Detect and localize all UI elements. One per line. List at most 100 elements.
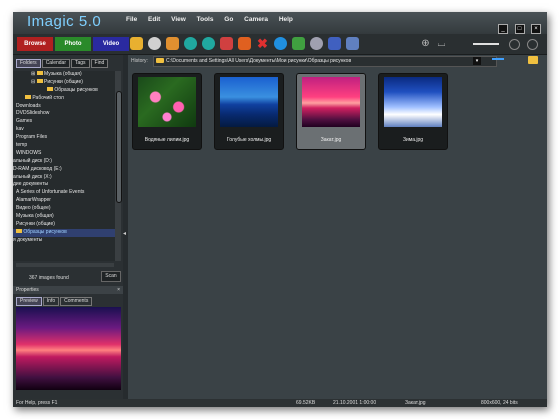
print-icon[interactable] xyxy=(148,37,161,50)
tab-folders[interactable]: Folders xyxy=(16,59,41,68)
properties-header: Properties × xyxy=(13,286,126,294)
tree-item[interactable]: Музыка (общая) xyxy=(13,213,117,221)
tree-item[interactable]: AlamarWrapper xyxy=(13,197,117,205)
thumbnail-image xyxy=(220,77,278,127)
tree-item[interactable]: дие документы xyxy=(13,181,117,189)
tree-item[interactable]: альный диск (X:) xyxy=(13,174,117,182)
image-count: 367 images found xyxy=(29,275,69,281)
tree-item[interactable]: A Series of Unfortunate Events xyxy=(13,189,117,197)
video-mode-button[interactable]: Video xyxy=(93,37,129,51)
menu-camera[interactable]: Camera xyxy=(244,16,268,23)
thumbnail-caption: Зима.jpg xyxy=(402,137,424,143)
status-date: 21.10.2001 1:00:00 xyxy=(333,400,377,406)
open-folder-icon[interactable] xyxy=(130,37,143,50)
web-gallery-icon[interactable] xyxy=(328,37,341,50)
tree-item[interactable]: kav xyxy=(13,126,117,134)
thumbnail-image xyxy=(302,77,360,127)
cd-burn-icon[interactable] xyxy=(310,37,323,50)
cart-icon[interactable]: ⌴ xyxy=(435,37,448,50)
tree-item[interactable]: temp xyxy=(13,142,117,150)
menu-help[interactable]: Help xyxy=(279,16,293,23)
sidebar: Folders Calendar Tags Find ⊞ Музыка (общая)… xyxy=(13,55,126,399)
edit-image-icon[interactable] xyxy=(220,37,233,50)
thumbnail-item[interactable]: Водяные лилии.jpg xyxy=(132,73,202,150)
tab-info[interactable]: Info xyxy=(42,297,60,306)
menu-bar: File Edit View Tools Go Camera Help xyxy=(126,16,302,23)
slideshow-icon[interactable] xyxy=(292,37,305,50)
menu-tools[interactable]: Tools xyxy=(197,16,214,23)
browse-mode-button[interactable]: Browse xyxy=(17,37,53,51)
thumbnail-item[interactable]: Голубые холмы.jpg xyxy=(214,73,284,150)
tree-item[interactable]: Видео (общее) xyxy=(13,205,117,213)
title-bar: Imagic 5.0 File Edit View Tools Go Camer… xyxy=(13,12,547,34)
add-to-cart-icon[interactable]: ⊕ xyxy=(419,37,432,50)
tree-item[interactable]: Program Files xyxy=(13,134,117,142)
thumbnail-caption: Водяные лилии.jpg xyxy=(144,137,190,143)
thumbnail-image xyxy=(384,77,442,127)
path-field[interactable]: C:\Documents and Settings\All Users\Доку… xyxy=(153,56,497,67)
tree-item[interactable]: Образцы рисунков xyxy=(13,86,117,95)
thumbnail-item[interactable]: Зима.jpg xyxy=(378,73,448,150)
folder-icon xyxy=(156,58,164,63)
tab-tags[interactable]: Tags xyxy=(70,59,90,68)
tree-item[interactable]: Рисунки (общие) xyxy=(13,221,117,229)
tree-item[interactable]: альный диск (D:) xyxy=(13,158,117,166)
tab-find[interactable]: Find xyxy=(90,59,109,68)
effects-icon[interactable] xyxy=(238,37,251,50)
tree-item[interactable]: D-RAM дисковод (E:) xyxy=(13,166,117,174)
tab-comments[interactable]: Comments xyxy=(60,297,93,306)
status-dimensions: 800x600, 24 bits xyxy=(481,400,518,406)
photo-mode-button[interactable]: Photo xyxy=(55,37,91,51)
menu-view[interactable]: View xyxy=(171,16,186,23)
tab-calendar[interactable]: Calendar xyxy=(41,59,70,68)
minimize-button[interactable]: _ xyxy=(498,24,509,34)
tree-item-selected[interactable]: Образцы рисунков xyxy=(13,228,117,237)
menu-edit[interactable]: Edit xyxy=(148,16,160,23)
status-file-name: Закат.jpg xyxy=(405,400,426,406)
tree-item[interactable]: Рабочий стол xyxy=(13,94,117,103)
zoom-out-icon[interactable] xyxy=(509,39,520,50)
toolbar: Browse Photo Video ✖ ⊕ ⌴ xyxy=(13,34,547,55)
status-bar: For Help, press F1 69.52KB 21.10.2001 1:… xyxy=(13,399,547,407)
tree-item[interactable]: WINDOWS xyxy=(13,150,117,158)
app-logo: Imagic 5.0 xyxy=(27,13,102,30)
maximize-button[interactable]: □ xyxy=(514,24,525,34)
tree-scrollbar[interactable] xyxy=(115,71,122,261)
delete-icon[interactable]: ✖ xyxy=(256,37,269,50)
thumbnail-item-selected[interactable]: Закат.jpg xyxy=(296,73,366,150)
close-properties-icon[interactable]: × xyxy=(117,286,120,294)
export-icon[interactable] xyxy=(346,37,359,50)
tree-item[interactable]: я документы xyxy=(13,237,117,245)
thumbnail-caption: Закат.jpg xyxy=(320,137,342,143)
zoom-in-icon[interactable] xyxy=(527,39,538,50)
thumbnail-caption: Голубые холмы.jpg xyxy=(226,137,272,143)
status-help-text: For Help, press F1 xyxy=(16,400,58,406)
email-icon[interactable] xyxy=(166,37,179,50)
history-label: History: xyxy=(131,58,148,64)
tree-hscrollbar[interactable] xyxy=(16,263,114,267)
tree-item[interactable]: Downloads xyxy=(13,103,117,111)
tree-item[interactable]: DVDSlideshow xyxy=(13,110,117,118)
thumbnail-image xyxy=(138,77,196,127)
folder-tree: ⊞ Музыка (общая) ⊟ Рисунки (общие) Образ… xyxy=(13,71,117,261)
tree-item[interactable]: ⊟ Рисунки (общие) xyxy=(13,78,117,87)
refresh-icon[interactable] xyxy=(274,37,287,50)
open-folder-nav-icon[interactable] xyxy=(528,56,538,64)
menu-file[interactable]: File xyxy=(126,16,137,23)
tab-preview[interactable]: Preview xyxy=(16,297,42,306)
back-arrow-icon[interactable] xyxy=(473,43,499,45)
menu-go[interactable]: Go xyxy=(224,16,233,23)
app-version: 5.0 xyxy=(78,13,102,30)
go-up-arrow-icon[interactable] xyxy=(492,58,504,64)
path-dropdown-button[interactable]: ▾ xyxy=(473,57,481,65)
close-button[interactable]: × xyxy=(531,24,541,34)
scan-button[interactable]: Scan xyxy=(101,271,121,282)
tree-item[interactable]: Games xyxy=(13,118,117,126)
collapse-arrow-icon[interactable]: ◂ xyxy=(123,230,126,237)
tree-item[interactable]: ⊞ Музыка (общая) xyxy=(13,71,117,79)
rotate-left-icon[interactable] xyxy=(184,37,197,50)
scroll-thumb[interactable] xyxy=(116,91,122,203)
rotate-right-icon[interactable] xyxy=(202,37,215,50)
preview-image xyxy=(16,307,121,390)
app-window: Imagic 5.0 File Edit View Tools Go Camer… xyxy=(13,12,547,407)
